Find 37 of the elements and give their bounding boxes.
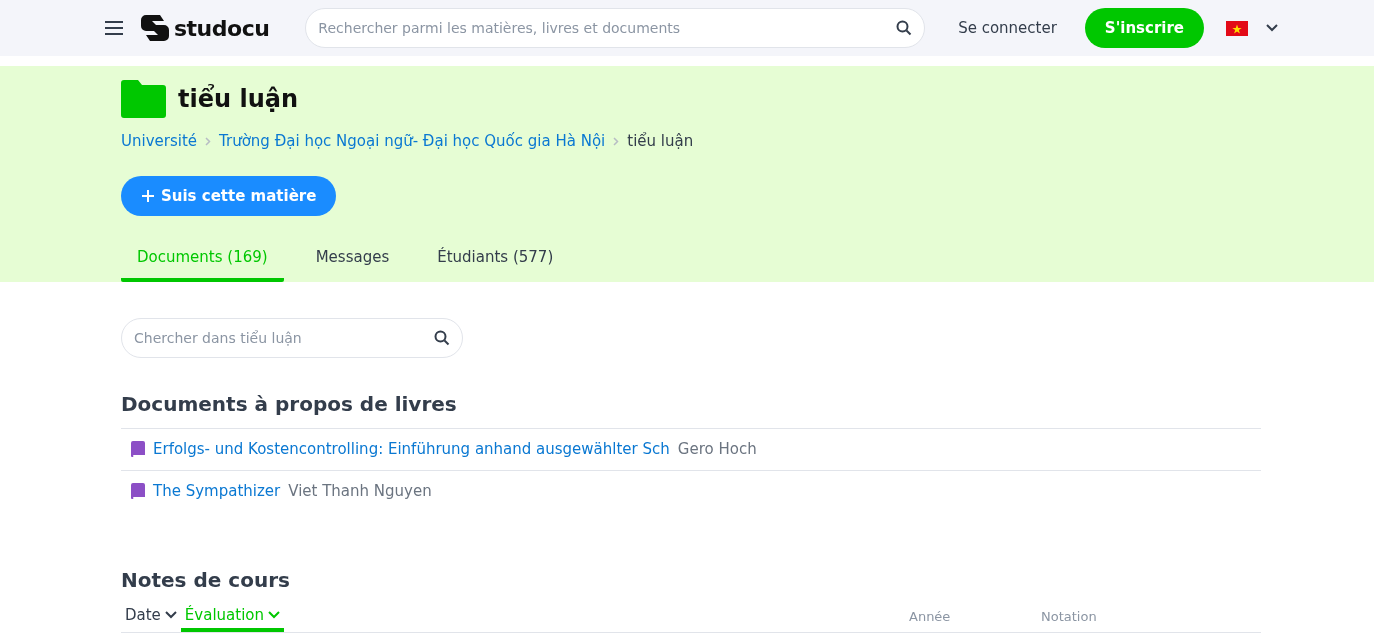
column-header: Année [909,608,952,624]
menu-icon [104,20,124,36]
breadcrumb-text: tiểu luận [627,132,694,150]
sort-tab[interactable]: Date [121,600,181,632]
menu-button[interactable] [104,20,124,36]
logo[interactable]: studocu [140,13,270,43]
chevron-down-icon [268,611,280,619]
breadcrumb-link[interactable]: Trường Đại học Ngoại ngữ- Đại học Quốc gia Hà Nội [219,132,606,150]
section-heading: Documents à propos de livres [121,392,458,416]
chevron-down-icon [164,611,177,619]
search-field[interactable]: Chercher dans tiểu luận [121,318,463,358]
plus-icon [141,189,155,203]
flag-icon[interactable] [1226,20,1248,36]
login-link[interactable]: Se connecter [958,19,1057,37]
book-author: Viet Thanh Nguyen [288,482,432,500]
book-link[interactable]: Erfolgs- und Kostencontrolling: Einführung anhand ausgewählter Sch [153,440,670,458]
course-title: tiểu luận [178,85,298,113]
chevron-right-icon [205,136,212,146]
section-heading: Notes de cours [121,568,291,592]
book-icon [131,483,145,499]
logo-text: studocu [174,15,270,41]
chevron-down-icon [1266,24,1278,32]
tab[interactable]: Messages [299,238,406,282]
search-field[interactable]: Rechercher parmi les matières, livres et documents [305,8,926,48]
language-dropdown[interactable] [1266,24,1278,32]
book-link[interactable]: The Sympathizer [153,482,281,500]
search-icon [896,20,913,36]
logo-icon [140,13,170,43]
book-icon [131,441,145,457]
folder-icon [121,80,166,118]
search-icon [434,330,450,346]
follow-button[interactable]: Suis cette matière [121,176,337,216]
tab[interactable]: Étudiants (577) [421,238,570,282]
book-author: Gero Hoch [677,440,757,458]
chevron-right-icon [613,136,620,146]
column-header: Notation [1041,608,1098,624]
breadcrumb-link[interactable]: Université [121,132,198,150]
